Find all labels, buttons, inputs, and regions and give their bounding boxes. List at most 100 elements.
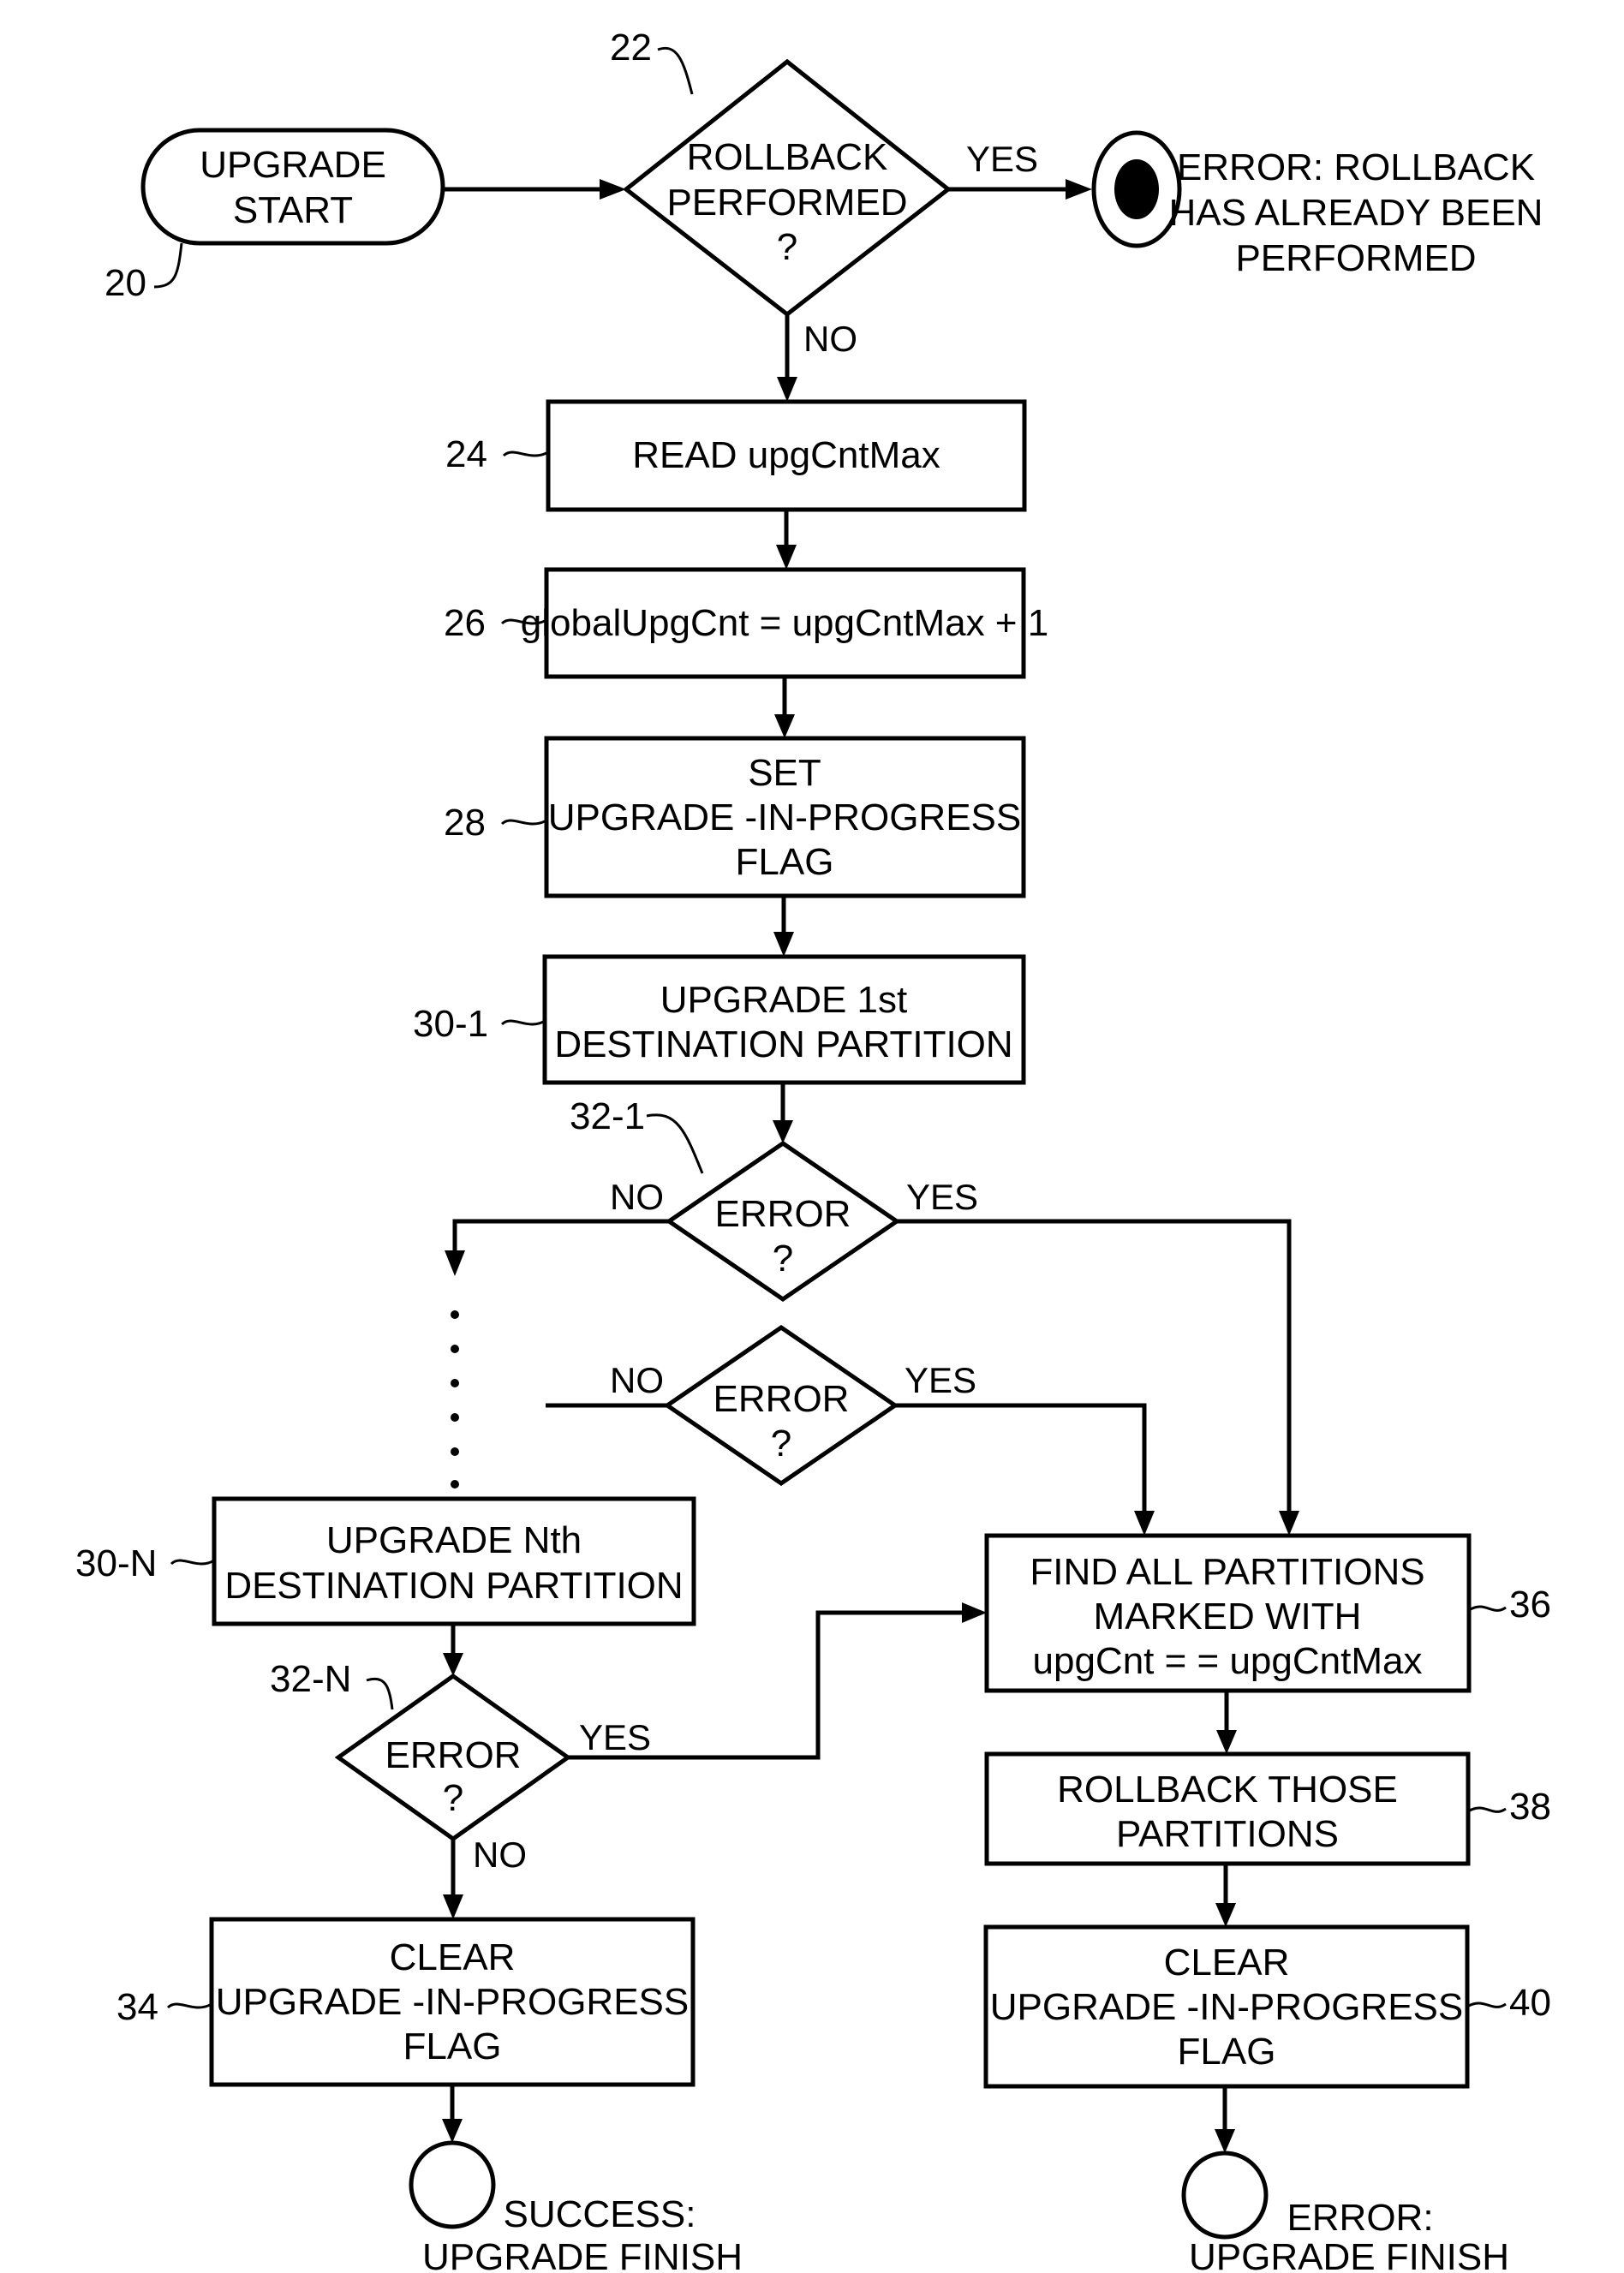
branch-yes-32-n: YES <box>579 1717 651 1757</box>
error-end-circle-icon <box>1181 2151 1269 2240</box>
box-34-line-1: CLEAR <box>390 1936 516 1978</box>
process-read-upgcntmax: READ upgCntMax <box>546 399 1027 512</box>
box-38-line-1: ROLLBACK THOSE <box>1057 1769 1398 1811</box>
box-28-line-2: UPGRADE -IN-PROGRESS <box>548 796 1022 838</box>
start-line-1: UPGRADE <box>200 144 386 186</box>
box-36-line-2: MARKED WITH <box>1094 1596 1362 1638</box>
leader-38 <box>1467 1806 1507 1813</box>
process-clear-flag-error: CLEAR UPGRADE -IN-PROGRESS FLAG <box>983 1924 1470 2089</box>
box-34-line-3: FLAG <box>403 2025 502 2067</box>
ref-label-32-n: 32-N <box>270 1658 351 1700</box>
end-dot-icon <box>1114 159 1159 219</box>
leader-32-n <box>366 1677 394 1710</box>
process-upgrade-first-partition: UPGRADE 1st DESTINATION PARTITION <box>542 954 1026 1085</box>
rollback-error-line-3: PERFORMED <box>1235 237 1476 279</box>
leader-30-n <box>170 1559 215 1566</box>
ref-label-22: 22 <box>610 27 652 69</box>
arrowhead <box>600 179 626 200</box>
ref-label-40: 40 <box>1509 1982 1551 2024</box>
branch-yes-32-1: YES <box>906 1177 978 1217</box>
box-34-line-2: UPGRADE -IN-PROGRESS <box>216 1981 690 2023</box>
process-upgrade-nth-partition: UPGRADE Nth DESTINATION PARTITION <box>212 1496 696 1626</box>
branch-no-22: NO <box>803 319 857 359</box>
decision-22-line-2: PERFORMED <box>666 182 907 224</box>
box-36-line-1: FIND ALL PARTITIONS <box>1030 1551 1424 1593</box>
arrowhead <box>442 2119 463 2143</box>
success-line-1: SUCCESS: <box>504 2193 696 2235</box>
arrowhead <box>1215 1903 1236 1927</box>
success-end-circle-icon <box>409 2140 496 2229</box>
ref-label-30-n: 30-N <box>75 1542 157 1584</box>
process-set-upgrade-flag: SET UPGRADE -IN-PROGRESS FLAG <box>544 736 1026 898</box>
box-30-1-line-1: UPGRADE 1st <box>660 979 908 1021</box>
box-30-n-line-2: DESTINATION PARTITION <box>224 1565 683 1607</box>
box-30-n-line-1: UPGRADE Nth <box>326 1519 582 1561</box>
process-clear-flag-success: CLEAR UPGRADE -IN-PROGRESS FLAG <box>209 1917 696 2087</box>
decision-22-line-1: ROLLBACK <box>687 136 888 178</box>
decision-32-n-line-1: ERROR <box>385 1734 522 1776</box>
arrowhead <box>1066 179 1092 200</box>
start-line-2: START <box>233 189 353 231</box>
leader-28 <box>500 819 547 826</box>
box-24-text: READ upgCntMax <box>632 434 940 476</box>
branch-no-32-1: NO <box>610 1177 664 1217</box>
arrowhead <box>774 714 795 738</box>
box-40-line-3: FLAG <box>1178 2031 1276 2073</box>
leader-22 <box>657 46 694 95</box>
arrowhead <box>1134 1511 1155 1536</box>
ref-label-32-1: 32-1 <box>570 1095 645 1137</box>
arrowhead <box>1216 1730 1237 1754</box>
branch-yes-mid: YES <box>905 1360 976 1400</box>
arrowhead <box>443 1653 463 1676</box>
ref-label-26: 26 <box>444 602 486 644</box>
box-36-line-3: upgCnt = = upgCntMax <box>1033 1640 1423 1682</box>
leader-36 <box>1468 1605 1507 1612</box>
decision-error-nth: ERROR ? <box>334 1673 572 1842</box>
box-28-line-3: FLAG <box>736 841 834 883</box>
ref-label-38: 38 <box>1509 1786 1551 1828</box>
process-rollback-partitions: ROLLBACK THOSE PARTITIONS <box>984 1751 1471 1866</box>
decision-32-1-line-2: ? <box>773 1238 793 1280</box>
box-30-1-line-2: DESTINATION PARTITION <box>554 1023 1012 1065</box>
process-find-partitions: FIND ALL PARTITIONS MARKED WITH upgCnt =… <box>984 1533 1472 1693</box>
rollback-error-line-2: HAS ALREADY BEEN <box>1169 192 1543 234</box>
flowchart: UPGRADE START 20 ROLLBACK PERFORMED ? 22… <box>75 27 1551 2273</box>
success-line-2: UPGRADE FINISH <box>422 2236 743 2273</box>
leader-24 <box>502 450 549 457</box>
arrowhead <box>773 932 794 957</box>
arrowhead <box>962 1602 987 1623</box>
box-26-text: globalUpgCnt = upgCntMax + 1 <box>521 602 1048 644</box>
decision-32-n-line-2: ? <box>443 1777 463 1819</box>
decision-22-line-3: ? <box>777 226 797 268</box>
arrow-mid-yes <box>895 1403 1147 1523</box>
branch-yes-22: YES <box>966 139 1038 179</box>
decision-32-1-line-1: ERROR <box>715 1193 851 1235</box>
error-finish-line-2: UPGRADE FINISH <box>1189 2236 1509 2273</box>
arrowhead <box>777 377 797 402</box>
ref-label-20: 20 <box>104 262 146 304</box>
decision-rollback-performed: ROLLBACK PERFORMED ? <box>622 58 952 318</box>
box-40-line-1: CLEAR <box>1164 1942 1290 1984</box>
box-40-line-2: UPGRADE -IN-PROGRESS <box>990 1986 1464 2028</box>
arrowhead <box>1279 1511 1299 1536</box>
terminal-rollback-error <box>1091 130 1182 248</box>
rollback-error-line-1: ERROR: ROLLBACK <box>1177 146 1535 188</box>
leader-40 <box>1466 2002 1507 2008</box>
process-set-global-upgcnt: globalUpgCnt = upgCntMax + 1 <box>521 567 1048 679</box>
box-38-line-2: PARTITIONS <box>1116 1813 1339 1855</box>
ref-label-24: 24 <box>445 433 487 475</box>
leader-30-1 <box>500 1019 546 1026</box>
decision-error-intermediate: ERROR ? <box>663 1324 899 1487</box>
ref-label-34: 34 <box>116 1986 158 2028</box>
arrow-32-1-no <box>452 1219 669 1261</box>
continuation-dots <box>451 1310 459 1488</box>
decision-mid-line-2: ? <box>771 1423 791 1465</box>
leader-34 <box>166 2002 212 2009</box>
ref-label-28: 28 <box>444 802 486 844</box>
start-terminator: UPGRADE START <box>140 128 445 246</box>
leader-20 <box>153 242 183 289</box>
branch-no-mid: NO <box>610 1360 664 1400</box>
arrowhead <box>445 1250 465 1276</box>
arrowhead <box>776 545 797 570</box>
error-finish-line-1: ERROR: <box>1287 2197 1433 2239</box>
